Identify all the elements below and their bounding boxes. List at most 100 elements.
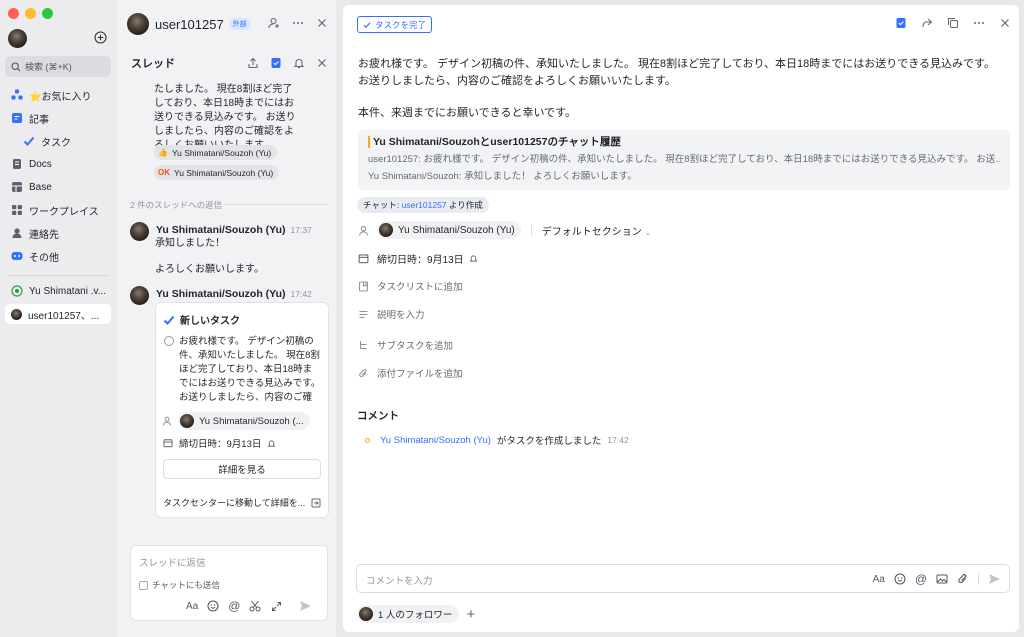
task-card-title: 新しいタスク — [163, 312, 240, 327]
base-icon — [11, 181, 23, 193]
view-details-button[interactable]: 詳細を見る — [163, 459, 321, 479]
favorites-icon — [11, 89, 23, 101]
add-subtask-row[interactable]: サブタスクを追加 — [357, 338, 453, 352]
add-tasklist-row[interactable]: タスクリストに追加 — [357, 279, 463, 293]
assignee-avatar — [180, 414, 194, 428]
more-icon — [11, 250, 23, 262]
tasklist-icon — [357, 280, 369, 292]
close-icon[interactable] — [316, 17, 328, 29]
assignee-avatar — [379, 223, 393, 237]
scissors-icon[interactable] — [249, 600, 262, 612]
section-dropdown[interactable]: デフォルトセクション ⌄ — [542, 223, 651, 238]
chat-header: user101257 外部 — [117, 0, 336, 48]
emoji-icon[interactable] — [207, 600, 219, 612]
due-date-row[interactable]: 締切日時：9月13日 — [357, 251, 480, 266]
reply-avatar[interactable] — [130, 286, 149, 305]
article-icon — [11, 112, 23, 124]
task-card[interactable]: 新しいタスク お疲れ様です。 デザイン初稿の件、承知いたしました。 現在8割ほど… — [155, 302, 329, 518]
calendar-icon — [357, 253, 369, 265]
format-text-icon[interactable]: Aa — [873, 574, 885, 585]
assignee-pill[interactable]: Yu Shimatani/Souzoh (... — [178, 412, 310, 430]
task-complete-checkbox[interactable] — [164, 336, 174, 346]
sidebar-item-more[interactable]: その他 — [5, 246, 111, 266]
add-attachment-row[interactable]: 添付ファイルを追加 — [357, 366, 463, 380]
thread-title: スレッド — [131, 58, 175, 70]
task-description[interactable]: お疲れ様です。 デザイン初稿の件、承知いたしました。 現在8割ほど完了しており、… — [358, 56, 998, 122]
minimize-window-button[interactable] — [25, 8, 36, 19]
close-icon[interactable] — [999, 17, 1011, 29]
also-send-checkbox[interactable] — [139, 580, 148, 590]
reply-author[interactable]: Yu Shimatani/Souzoh (Yu) — [156, 288, 286, 300]
task-description-line: お疲れ様です。 デザイン初稿の件、承知いたしました。 現在8割ほど完了しており、… — [358, 58, 995, 87]
reply-avatar[interactable] — [130, 222, 149, 241]
add-member-icon[interactable] — [268, 17, 280, 29]
send-icon[interactable] — [299, 600, 312, 612]
assignee-pill[interactable]: Yu Shimatani/Souzoh (Yu) — [377, 221, 521, 239]
mention-icon[interactable]: @ — [915, 572, 927, 586]
sidebar-item-docs[interactable]: Docs — [5, 154, 111, 174]
send-icon[interactable] — [988, 573, 1001, 585]
task-center-link[interactable]: タスクセンターに移動して詳細を... — [163, 496, 321, 509]
sidebar-item-workplace[interactable]: ワークプレイス — [5, 200, 111, 220]
format-text-icon[interactable]: Aa — [186, 601, 198, 612]
chat-history-quote[interactable]: Yu Shimatani/Souzohとuser101257のチャット履歴 us… — [358, 130, 1010, 190]
add-follower-button[interactable]: + — [466, 606, 475, 623]
follower-avatar — [359, 607, 373, 621]
comment-input-box[interactable]: コメントを入力 Aa @ — [356, 564, 1010, 593]
comment-user-link[interactable]: Yu Shimatani/Souzoh (Yu) — [380, 435, 491, 446]
external-badge: 外部 — [229, 18, 250, 30]
task-card-assignee: Yu Shimatani/Souzoh (... — [162, 412, 310, 430]
sidebar-item-label: タスク — [41, 137, 71, 149]
sidebar-item-base[interactable]: Base — [5, 177, 111, 197]
activity-dot — [365, 437, 370, 443]
thread-panel: user101257 外部 スレッド たしました。 現在8割ほど完了しており、本… — [117, 0, 336, 637]
sidebar-item-favorites[interactable]: ⭐お気に入り — [5, 85, 111, 105]
chevron-down-icon: ⌄ — [644, 227, 652, 237]
chat-avatar — [11, 308, 22, 320]
chat-user-avatar[interactable] — [127, 13, 149, 35]
copy-icon[interactable] — [947, 17, 959, 29]
mention-icon[interactable]: @ — [228, 599, 240, 613]
task-icon[interactable] — [270, 57, 282, 69]
chat-group-icon — [11, 285, 23, 297]
also-send-to-chat[interactable]: チャットにも送信 — [139, 579, 220, 591]
chat-user-name[interactable]: user101257 — [155, 17, 224, 32]
close-window-button[interactable] — [8, 8, 19, 19]
reply-author[interactable]: Yu Shimatani/Souzoh (Yu) — [156, 224, 286, 236]
more-options-icon[interactable] — [973, 17, 985, 29]
sidebar-chat-yu-shimatani[interactable]: Yu Shimatani .v... — [5, 281, 111, 301]
add-circle-icon[interactable] — [94, 31, 107, 44]
sidebar-divider — [8, 275, 108, 276]
maximize-window-button[interactable] — [42, 8, 53, 19]
image-icon[interactable] — [936, 573, 948, 585]
sidebar-item-article[interactable]: 記事 — [5, 108, 111, 128]
expand-icon[interactable] — [271, 601, 282, 612]
profile-avatar[interactable] — [8, 29, 27, 48]
share-icon[interactable] — [247, 57, 259, 69]
add-description-row[interactable]: 説明を入力 — [357, 307, 425, 321]
task-detail-panel: タスクを完了 お疲れ様です。 デザイン初稿の件、承知いたしました。 現在8割ほど… — [343, 5, 1019, 632]
paperclip-icon[interactable] — [957, 573, 969, 585]
search-box[interactable]: 検索 (⌘+K) — [5, 56, 111, 77]
task-icon[interactable] — [895, 17, 907, 29]
quote-title: Yu Shimatani/Souzohとuser101257のチャット履歴 — [368, 136, 1000, 148]
bell-icon[interactable] — [293, 57, 305, 69]
sidebar-chat-user101257[interactable]: user101257、... — [5, 304, 111, 324]
sidebar-item-task[interactable]: タスク — [5, 131, 111, 151]
task-toolbar — [895, 17, 1011, 29]
sidebar-item-contacts[interactable]: 連絡先 — [5, 223, 111, 243]
task-card-description: お疲れ様です。 デザイン初稿の件、承知いたしました。 現在8割ほど完了しており、… — [179, 336, 321, 403]
reaction-thumbs-up[interactable]: 👍 Yu Shimatani/Souzoh (Yu) — [154, 145, 278, 160]
assignee-name: Yu Shimatani/Souzoh (... — [199, 415, 304, 427]
share-icon[interactable] — [921, 17, 933, 29]
reply-text: 承知しました！ — [155, 238, 225, 249]
more-options-icon[interactable] — [292, 17, 304, 29]
reaction-ok[interactable]: OK Yu Shimatani/Souzoh (Yu) — [154, 165, 280, 180]
calendar-icon — [163, 438, 173, 448]
close-thread-icon[interactable] — [316, 57, 328, 69]
chat-tag-link[interactable]: user101257 — [402, 200, 447, 210]
emoji-icon[interactable] — [894, 573, 906, 585]
followers-pill[interactable]: 1 人のフォロワー — [357, 605, 460, 623]
thread-reply-box[interactable]: スレッドに返信 チャットにも送信 Aa @ — [130, 545, 328, 621]
complete-task-button[interactable]: タスクを完了 — [357, 16, 433, 33]
